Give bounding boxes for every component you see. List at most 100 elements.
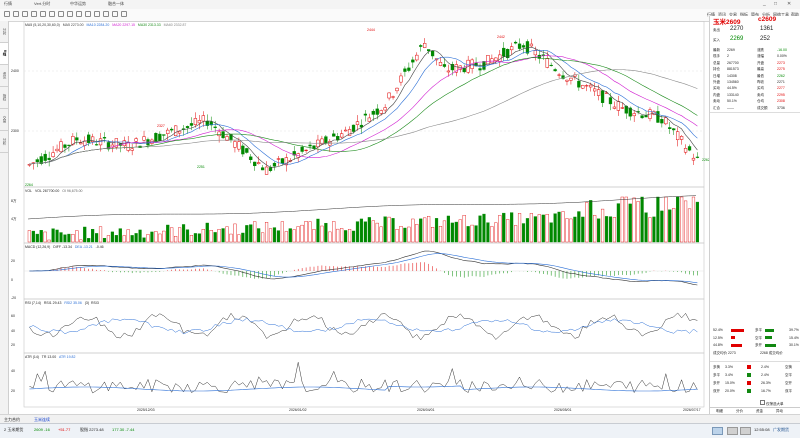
zoom-out-icon[interactable] [94,11,100,17]
rsi-axis-label: 60 [11,314,15,318]
network-icon[interactable] [712,427,723,435]
volume-bar [320,225,324,243]
candle-body [213,126,217,128]
zoom-in-icon[interactable] [85,11,91,17]
candle-body [158,133,162,141]
quote-label: 外盘 [713,80,720,84]
candle-body [332,133,336,137]
flow-label: 空换 [785,365,792,369]
flow-row: 双开 20.0% 16.7% 双平 [713,388,798,394]
stat-bar-red [731,336,736,339]
volume-bar [419,218,423,243]
candle-body [545,58,549,68]
quote-value: 2295 [777,92,785,97]
refresh-icon[interactable] [22,11,28,17]
candle-body [189,123,194,126]
kline-icon[interactable] [40,11,46,17]
flow-label: 多平 [713,373,720,377]
volume-bar [197,233,201,243]
stat-right: 30.1% [789,343,799,347]
volume-bar [94,233,99,243]
quote-value: 881573 [727,67,739,72]
volume-bar [676,196,680,243]
candle-body [177,131,182,134]
candle-body [272,162,277,167]
side-tab-analysis[interactable]: 分析 [0,131,8,153]
volume-bar [541,214,545,243]
candle-body [55,148,59,152]
volume-bar [577,211,581,243]
candle-body [375,108,379,115]
ma-legend: MA5 (5,10,20,30,60,0) MA5 2273.00 MA10 2… [25,23,186,27]
chart-area[interactable]: MA5 (5,10,20,30,60,0) MA5 2273.00 MA10 2… [9,20,710,414]
volume-bar [494,222,498,243]
quote-value: 2271 [777,80,785,84]
taskbar-clock: 12:55:08 [754,427,770,432]
volume-bar [181,224,186,243]
flow-value: 2.4% [761,373,769,377]
side-tab-news[interactable]: 资讯 [0,65,8,87]
volume-bar [193,233,197,243]
tab-fortune[interactable]: 中华运势 [70,1,86,7]
quote-value: 50.1% [727,99,737,104]
close-button[interactable]: ✕ [787,1,791,7]
price-axis-label: 2400 [11,69,19,73]
side-tab-trade[interactable]: 交易 [0,109,8,131]
volume-bar [521,223,526,243]
volume-bar [185,229,190,243]
forward-icon[interactable] [13,11,19,17]
grid-icon[interactable] [112,11,118,17]
tab-merge[interactable]: 融合一体 [108,1,124,7]
big-order-checkbox[interactable]: 仅筛选大单 [760,400,783,407]
candle-body [241,145,245,155]
volume-bar [466,226,470,243]
volume-bar [399,226,403,243]
home-icon[interactable] [31,11,37,17]
candle-body [490,58,494,64]
volume-bar [300,224,304,243]
volume-bar [347,229,352,243]
volume-bar [241,232,245,243]
side-tab-indicators[interactable]: 指标 [0,87,8,109]
input-method-icon[interactable] [740,427,751,435]
kline-chart-svg[interactable] [9,20,708,414]
macd-axis-label: -20 [11,296,17,300]
quote-value: 14308 [727,73,737,78]
side-tab-kline[interactable]: K线 [0,43,8,65]
settings-icon[interactable] [76,11,82,17]
volume-bar [616,203,620,243]
candle-body [600,90,605,103]
candle-body [367,117,371,122]
stat-bar-red [731,343,742,347]
candle-body [533,50,537,56]
time-share-icon[interactable] [49,11,55,17]
maximize-button[interactable]: □ [774,1,777,7]
back-icon[interactable] [4,11,10,17]
side-tab-timeshare[interactable]: 分时 [0,21,8,43]
draw-icon[interactable] [58,11,64,17]
candle-body [371,110,375,115]
candle-body [79,142,83,145]
candle-body [340,133,344,138]
layout-icon[interactable] [121,11,127,17]
quote-label: 内盘 [713,92,720,97]
quote-label: 仓均 [757,99,764,104]
volume-bar [328,231,332,243]
volume-icon[interactable] [727,427,738,435]
volume-bar [553,213,557,243]
candle-body [529,43,534,47]
volume-bar [458,219,462,243]
quote-value: 2269 [727,48,735,52]
tab-vert[interactable]: Vert.分时 [34,1,50,7]
volume-bar [158,233,162,243]
minimize-button[interactable]: _ [763,1,766,7]
search-icon[interactable] [67,11,73,17]
quote-value: 44.5% [727,86,737,91]
candle-body [656,111,660,123]
tab-quotes[interactable]: 行情 [4,1,12,7]
volume-bar [640,196,644,243]
candle-body [442,64,447,67]
volume-bar [628,203,632,243]
lock-icon[interactable] [103,11,109,17]
candle-body [549,64,553,67]
